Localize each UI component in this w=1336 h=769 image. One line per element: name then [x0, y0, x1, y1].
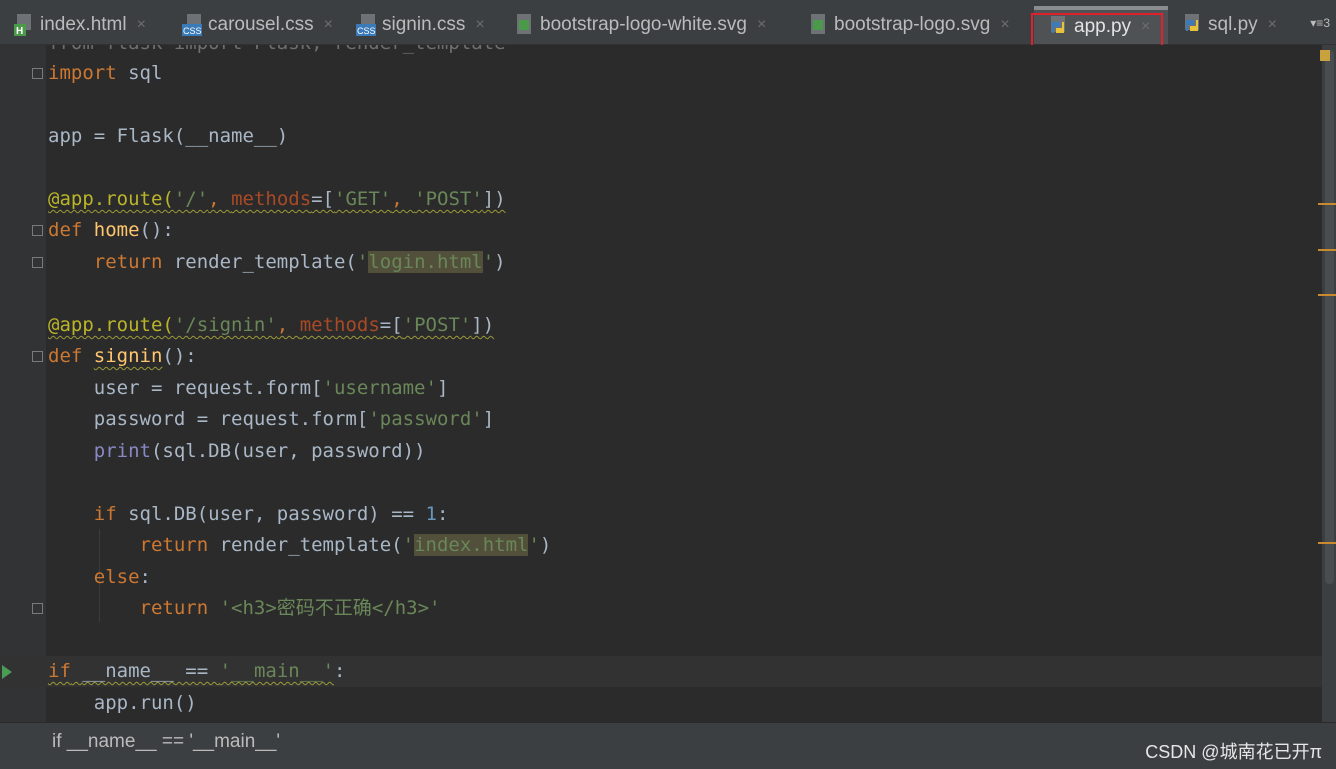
- code-line: user = request.form['username']: [93, 377, 449, 399]
- close-icon[interactable]: ×: [137, 16, 146, 34]
- tab-index-html[interactable]: H index.html ×: [0, 6, 146, 44]
- code-editor[interactable]: from flask import Flask, render_template…: [0, 45, 1322, 722]
- warning-mark[interactable]: [1318, 294, 1336, 296]
- tab-label: signin.css: [382, 14, 466, 35]
- svg-file-icon: [808, 14, 828, 36]
- code-line: import sql: [48, 62, 163, 84]
- code-line: app.run(): [93, 692, 197, 714]
- tab-list-icon: ▾≡: [1310, 16, 1324, 30]
- tab-signin-css[interactable]: CSS signin.css ×: [342, 6, 485, 44]
- breadcrumb[interactable]: if __name__ == '__main__': [52, 731, 280, 753]
- close-icon[interactable]: ×: [757, 16, 766, 34]
- close-icon[interactable]: ×: [1268, 16, 1277, 34]
- fold-icon[interactable]: [32, 603, 43, 614]
- svg-file-icon: [514, 14, 534, 36]
- code-line: return render_template('login.html'): [93, 251, 506, 273]
- css-file-icon: CSS: [182, 14, 202, 36]
- tab-sql-py[interactable]: sql.py ×: [1168, 6, 1277, 44]
- close-icon[interactable]: ×: [475, 16, 484, 34]
- svg-text:CSS: CSS: [357, 26, 376, 36]
- fold-icon[interactable]: [32, 225, 43, 236]
- code-line: print(sql.DB(user, password)): [93, 440, 426, 462]
- code-line: return '<h3>密码不正确</h3>': [139, 597, 441, 619]
- warning-mark[interactable]: [1318, 249, 1336, 251]
- warning-mark[interactable]: [1318, 542, 1336, 544]
- code-line: if sql.DB(user, password) == 1:: [93, 503, 449, 525]
- warning-indicator-icon[interactable]: [1320, 50, 1330, 61]
- css-file-icon: CSS: [356, 14, 376, 36]
- code-line: if __name__ == '__main__':: [48, 660, 346, 682]
- python-file-icon: [1182, 14, 1202, 36]
- code-line: app = Flask(__name__): [48, 125, 289, 147]
- code-line: def signin():: [48, 345, 197, 367]
- run-icon[interactable]: [2, 665, 12, 679]
- code-line: else:: [93, 566, 151, 588]
- tab-label: carousel.css: [208, 14, 314, 35]
- tab-label: sql.py: [1208, 14, 1258, 35]
- code-line: @app.route('/', methods=['GET', 'POST']): [48, 188, 506, 210]
- fold-icon[interactable]: [32, 257, 43, 268]
- fold-icon[interactable]: [32, 68, 43, 79]
- hidden-tab-count: 3: [1323, 16, 1330, 30]
- close-icon[interactable]: ×: [1000, 16, 1009, 34]
- tab-carousel-css[interactable]: CSS carousel.css ×: [168, 6, 333, 44]
- vertical-scrollbar[interactable]: [1325, 50, 1334, 584]
- warning-mark[interactable]: [1318, 203, 1336, 205]
- code-line: @app.route('/signin', methods=['POST']): [48, 314, 495, 336]
- tab-bootstrap-logo-white-svg[interactable]: bootstrap-logo-white.svg ×: [500, 6, 766, 44]
- tab-label: bootstrap-logo.svg: [834, 14, 991, 35]
- svg-text:H: H: [16, 26, 23, 36]
- html-file-icon: H: [14, 14, 34, 37]
- svg-text:CSS: CSS: [183, 26, 202, 36]
- watermark: CSDN @城南花已开π: [1145, 742, 1322, 762]
- code-line: password = request.form['password']: [93, 408, 495, 430]
- tab-label: bootstrap-logo-white.svg: [540, 14, 747, 35]
- tab-overflow-button[interactable]: ▾≡3: [1310, 16, 1330, 30]
- breadcrumb-bar: if __name__ == '__main__' CSDN @城南花已开π: [0, 722, 1336, 769]
- editor-gutter: [0, 45, 46, 722]
- tab-label: index.html: [40, 14, 127, 35]
- tab-bootstrap-logo-svg[interactable]: bootstrap-logo.svg ×: [794, 6, 1010, 44]
- close-icon[interactable]: ×: [324, 16, 333, 34]
- fold-icon[interactable]: [32, 351, 43, 362]
- code-line: def home():: [48, 219, 174, 241]
- code-line: return render_template('index.html'): [139, 534, 552, 556]
- code-line: from flask import Flask, render_template: [48, 45, 506, 59]
